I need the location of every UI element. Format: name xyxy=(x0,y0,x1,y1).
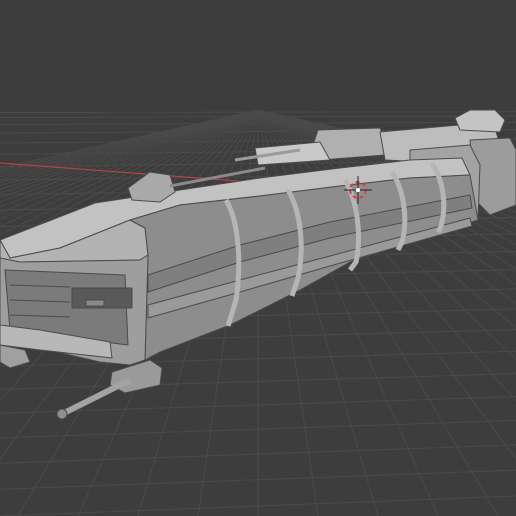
3d-viewport[interactable] xyxy=(0,0,516,516)
bow-hatch-detail xyxy=(85,299,105,307)
viewport-canvas[interactable] xyxy=(0,0,516,516)
rear-dome[interactable] xyxy=(454,109,506,133)
grid-line xyxy=(0,111,516,114)
grid-line xyxy=(257,109,319,516)
ventral-gun-muzzle xyxy=(56,408,68,420)
